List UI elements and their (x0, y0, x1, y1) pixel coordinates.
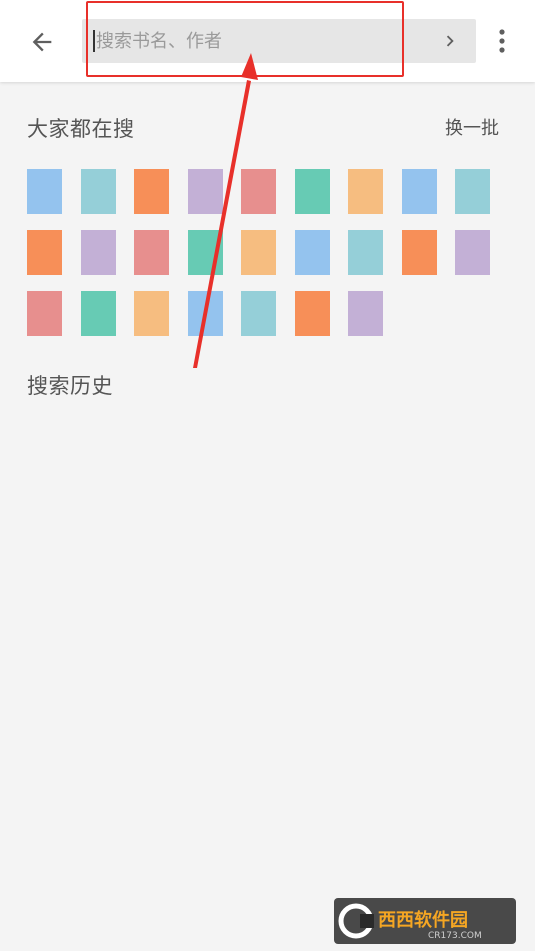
hot-book-tile[interactable] (134, 169, 169, 214)
more-options-button[interactable] (488, 22, 516, 60)
hot-book-tile[interactable] (134, 230, 169, 275)
chevron-right-icon (446, 35, 454, 47)
hot-book-tile[interactable] (348, 291, 383, 336)
arrow-left-icon (32, 32, 52, 52)
hot-book-tile[interactable] (27, 230, 62, 275)
hot-book-tile[interactable] (455, 230, 490, 275)
hot-book-tile[interactable] (27, 291, 62, 336)
hot-searches-title: 大家都在搜 (27, 117, 135, 141)
hot-book-tile[interactable] (455, 169, 490, 214)
more-vertical-icon (499, 29, 505, 53)
hot-book-tile[interactable] (187, 169, 223, 214)
search-history-title: 搜索历史 (27, 374, 113, 398)
hot-book-tile[interactable] (348, 169, 383, 214)
watermark-subtext: CR173.COM (428, 931, 482, 941)
back-button[interactable] (24, 24, 60, 60)
hot-book-tile[interactable] (401, 169, 437, 214)
hot-book-tile[interactable] (187, 291, 223, 336)
watermark-logo: 西西软件园 CR173.COM (334, 898, 516, 944)
hot-book-tile[interactable] (241, 169, 276, 214)
refresh-batch-button[interactable]: 换一批 (445, 114, 499, 140)
hot-book-tile[interactable] (241, 291, 276, 336)
watermark-text: 西西软件园 (378, 909, 468, 931)
hot-book-tile[interactable] (401, 230, 437, 275)
hot-book-tile[interactable] (294, 169, 330, 214)
highlight-box (86, 1, 404, 77)
search-go-button[interactable] (434, 25, 466, 57)
hot-book-tile[interactable] (294, 291, 330, 336)
hot-book-tile[interactable] (294, 230, 330, 275)
hot-book-tile[interactable] (80, 291, 116, 336)
hot-book-tile[interactable] (27, 169, 62, 214)
hot-book-tile[interactable] (80, 169, 116, 214)
hot-book-tile[interactable] (187, 230, 223, 275)
hot-book-tile[interactable] (80, 230, 116, 275)
hot-book-tile[interactable] (241, 230, 276, 275)
hot-book-tile[interactable] (134, 291, 169, 336)
hot-book-tile[interactable] (348, 230, 383, 275)
